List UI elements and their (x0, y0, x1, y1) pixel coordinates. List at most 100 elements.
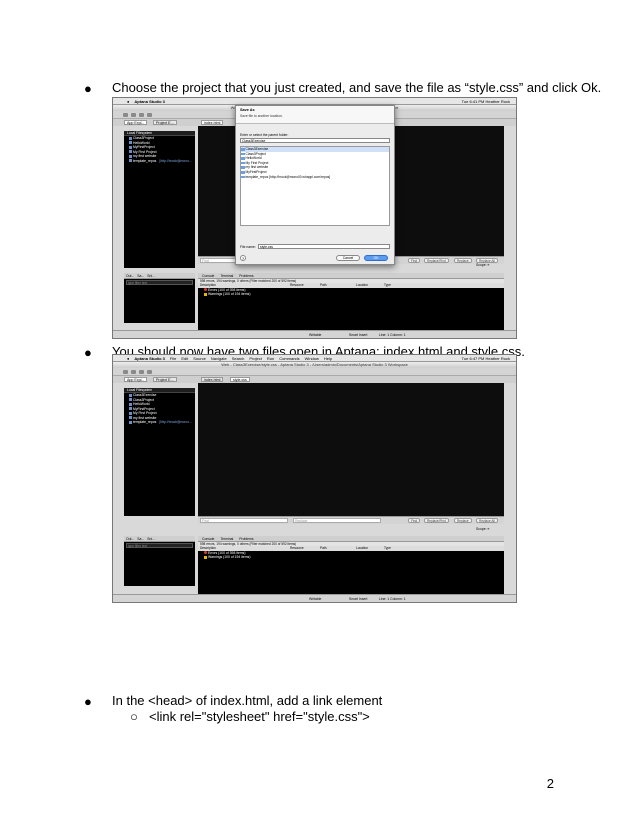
file-name-input[interactable]: style.css (258, 244, 390, 249)
menu-search[interactable]: Search (232, 356, 245, 361)
menu-window[interactable]: Window (305, 356, 319, 361)
menu-edit[interactable]: Edit (181, 356, 188, 361)
folder-icon (129, 150, 132, 154)
folder-icon (129, 420, 132, 424)
menu-commands[interactable]: Commands (279, 356, 299, 361)
subbullet-marker: ○ (130, 709, 138, 724)
outline-panel: Out... Sa... Sni... type filter text (124, 273, 195, 323)
save-as-dialog: Save As Save file to another location. E… (235, 105, 395, 265)
tab-app-explorer[interactable]: App Expl... (124, 120, 148, 125)
tab-index-html[interactable]: index.html (201, 120, 224, 125)
bullet-marker: ● (84, 345, 92, 360)
problems-columns: Description Resource Path Location Type (198, 546, 504, 551)
save-icon[interactable] (131, 113, 136, 117)
tab-style-css[interactable]: style.css (230, 377, 250, 382)
filter-input[interactable]: type filter text (126, 280, 193, 285)
folder-list: Class3Exercise Class3Project HelloWorld … (240, 146, 390, 226)
ok-button[interactable]: OK (364, 255, 388, 261)
run-icon[interactable] (147, 113, 152, 117)
status-insert: Smart Insert (349, 333, 368, 337)
tab-app-explorer[interactable]: App Expl... (124, 377, 148, 382)
local-filesystem-panel: Local Filesystem Class3Project HelloWorl… (124, 131, 195, 268)
tab-outline[interactable]: Out... (126, 537, 134, 541)
status-position: Line: 1 Column: 1 (379, 333, 406, 337)
folder-icon (129, 393, 132, 397)
menu-run[interactable]: Run (267, 356, 274, 361)
help-icon[interactable]: ? (240, 255, 246, 261)
toolbar (113, 368, 516, 376)
tab-outline[interactable]: Out... (126, 274, 134, 278)
menu-file[interactable]: File (170, 356, 176, 361)
menubar-right: Tue 6:47 PM Heather Rock (462, 356, 510, 361)
tree-item[interactable]: template_repos [http://hrock@mono... (124, 159, 195, 164)
menu-help[interactable]: Help (324, 356, 332, 361)
status-position: Line: 1 Column: 1 (379, 597, 406, 601)
folder-icon (129, 145, 132, 149)
new-file-icon[interactable] (123, 113, 128, 117)
tab-terminal[interactable]: Terminal (220, 537, 233, 541)
status-bar: Writable Smart Insert Line: 1 Column: 1 (113, 594, 516, 602)
replace-find-button[interactable]: Replace/Find (424, 518, 449, 523)
find-input[interactable]: Find (200, 518, 288, 523)
folder-icon (241, 152, 245, 156)
parent-folder-input[interactable]: Class3Exercise (240, 138, 390, 143)
replace-input[interactable]: Replace (293, 518, 381, 523)
find-button[interactable]: Find (408, 258, 421, 263)
deploy-icon[interactable] (139, 370, 144, 374)
problem-row[interactable]: Warnings (100 of 194 items) (198, 555, 504, 560)
clock: Tue 6:41 PM (461, 98, 485, 104)
status-writable: Writable (309, 597, 322, 601)
find-button[interactable]: Find (408, 518, 421, 523)
replace-find-button[interactable]: Replace/Find (424, 258, 449, 263)
bullet-marker: ● (84, 81, 92, 96)
status-bar: Writable Smart Insert Line: 1 Column: 1 (113, 330, 516, 338)
tab-console[interactable]: Console (202, 274, 214, 278)
tab-problems[interactable]: Problems (239, 537, 253, 541)
folder-icon (129, 407, 132, 411)
tab-console[interactable]: Console (202, 537, 214, 541)
replace-button[interactable]: Replace (454, 518, 472, 523)
tab-problems[interactable]: Problems (239, 274, 253, 278)
deploy-icon[interactable] (139, 113, 144, 117)
run-icon[interactable] (147, 370, 152, 374)
cancel-button[interactable]: Cancel (336, 255, 360, 261)
bullet-marker: ● (84, 694, 92, 709)
tab-project-explorer[interactable]: Project E... (153, 377, 177, 382)
folder-icon (241, 157, 245, 160)
apple-icon: ● (127, 98, 130, 104)
scope-selector[interactable]: Scope: ≡ (476, 263, 489, 267)
folder-icon (129, 154, 132, 158)
tab-project-explorer[interactable]: Project E... (153, 120, 177, 125)
folder-item[interactable]: template_repos [http://hrock@mono00.whap… (241, 175, 389, 180)
instruction-text: Choose the project that you just created… (112, 80, 602, 95)
warning-icon (204, 292, 207, 296)
menu-navigate[interactable]: Navigate (211, 356, 227, 361)
menu-source[interactable]: Source (193, 356, 206, 361)
tab-samples[interactable]: Sa... (137, 274, 144, 278)
replace-all-button[interactable]: Replace All (476, 518, 498, 523)
tab-terminal[interactable]: Terminal (220, 274, 233, 278)
tree-item[interactable]: template_repos [http://hrock@mono... (124, 420, 195, 425)
save-icon[interactable] (131, 370, 136, 374)
tab-index-html[interactable]: index.html (201, 377, 224, 382)
scope-selector[interactable]: Scope: ≡ (476, 527, 489, 531)
replace-button[interactable]: Replace (454, 258, 472, 263)
outline-panel: Out... Sa... Sni... type filter text (124, 536, 195, 586)
tab-snippets[interactable]: Sni... (147, 274, 155, 278)
menu-project[interactable]: Project (249, 356, 261, 361)
folder-icon (241, 175, 245, 179)
new-file-icon[interactable] (123, 370, 128, 374)
tab-samples[interactable]: Sa... (137, 537, 144, 541)
folder-icon (241, 166, 245, 169)
folder-icon (241, 161, 245, 165)
problem-row[interactable]: Warnings (100 of 194 items) (198, 292, 504, 297)
filter-input[interactable]: type filter text (126, 543, 193, 548)
mac-menubar: ● Aptana Studio 3 File Edit Source Navig… (113, 355, 516, 362)
folder-icon (241, 171, 245, 174)
error-icon (204, 288, 207, 292)
problems-columns: Description Resource Path Location Type (198, 283, 504, 288)
tab-snippets[interactable]: Sni... (147, 537, 155, 541)
folder-icon (241, 148, 245, 151)
menubar-right: Tue 6:41 PM Heather Rock (462, 99, 510, 104)
code-editor[interactable] (198, 383, 504, 516)
